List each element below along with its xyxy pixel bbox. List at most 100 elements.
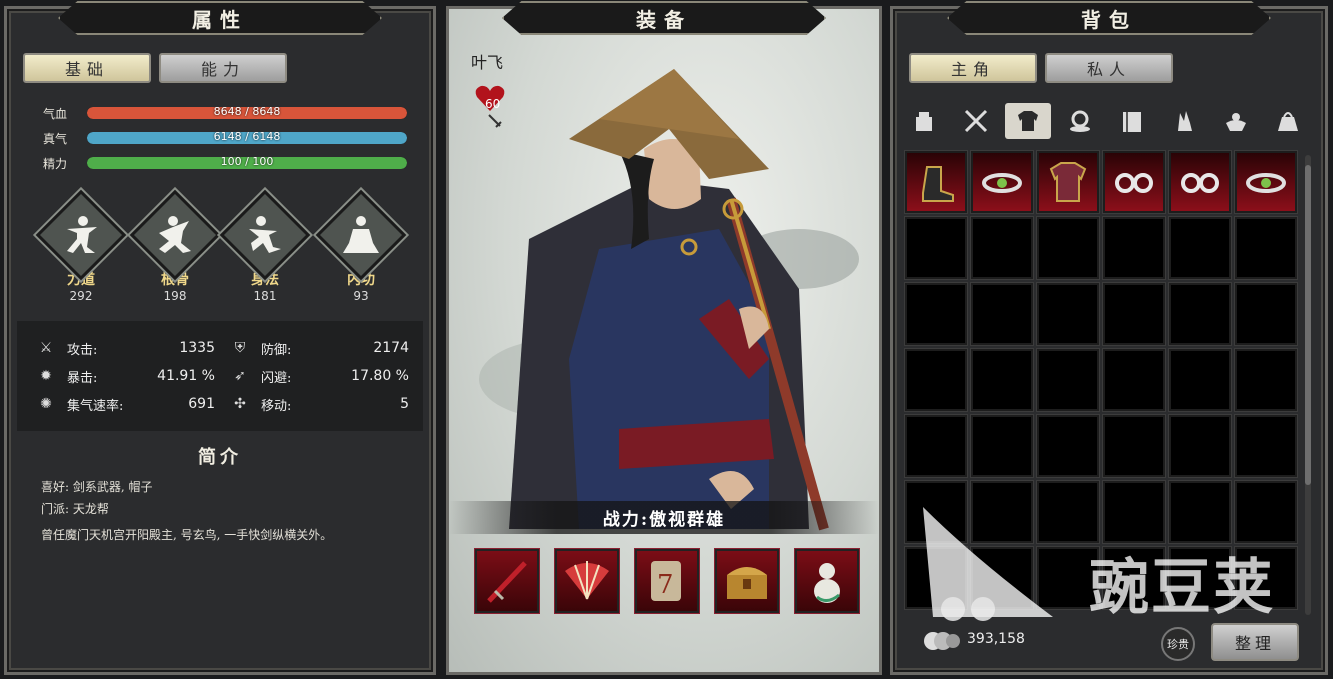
attributes-panel: 属性 基础 能力 气血 8648 / 8648 真气 6148 / 6148 精… (4, 1, 436, 675)
inventory-slot-item[interactable] (1103, 151, 1165, 213)
inventory-slot-empty[interactable] (1103, 217, 1165, 279)
category-weapons[interactable] (953, 103, 999, 139)
shield-icon: ⛨ (234, 340, 246, 356)
inventory-slot-empty[interactable] (905, 415, 967, 477)
inventory-slot-empty[interactable] (1103, 547, 1165, 609)
martial-pose-icon (159, 216, 191, 253)
category-bag[interactable] (1265, 103, 1311, 139)
inventory-slot-item[interactable] (1169, 151, 1231, 213)
charge-rate-label: 集气速率: (67, 398, 124, 414)
hp-label: 气血 (43, 106, 68, 121)
fan-icon (565, 561, 609, 600)
inventory-slot-empty[interactable] (1037, 481, 1099, 543)
inventory-slot-empty[interactable] (1037, 415, 1099, 477)
equip-slot-weapon[interactable] (475, 549, 539, 613)
category-books[interactable] (1109, 103, 1155, 139)
rare-filter-button[interactable]: 珍贵 (1161, 627, 1195, 661)
stat-crit: ✹ 暴击: 41.91 % (37, 365, 215, 387)
inventory-slot-empty[interactable] (1103, 283, 1165, 345)
attr-inner-power[interactable]: 内功 93 (315, 189, 407, 303)
inventory-slot-empty[interactable] (1169, 415, 1231, 477)
crit-value: 41.91 % (157, 368, 215, 384)
equip-slot-gourd[interactable] (795, 549, 859, 613)
inventory-slot-empty[interactable] (1235, 547, 1297, 609)
tab-protagonist[interactable]: 主角 (909, 53, 1037, 83)
inventory-slot-empty[interactable] (905, 217, 967, 279)
crit-icon: ✹ (40, 368, 52, 384)
inventory-slot-empty[interactable] (1169, 481, 1231, 543)
combat-power-label: 战力:傲视群雄 (449, 501, 879, 534)
bag-icon (1278, 112, 1298, 131)
scroll-thumb[interactable] (1305, 165, 1311, 485)
inventory-slot-item[interactable] (971, 151, 1033, 213)
inventory-slot-empty[interactable] (971, 349, 1033, 411)
category-accessories[interactable] (1057, 103, 1103, 139)
intro-title: 简介 (198, 447, 242, 468)
attr-constitution[interactable]: 根骨 198 (129, 189, 221, 303)
inventory-slot-empty[interactable] (1235, 415, 1297, 477)
inventory-slot-empty[interactable] (1235, 349, 1297, 411)
inventory-slot-empty[interactable] (1103, 415, 1165, 477)
inventory-slot-item[interactable] (905, 151, 967, 213)
stat-dodge: ➶ 闪避: 17.80 % (231, 365, 409, 387)
inventory-slot-empty[interactable] (1235, 481, 1297, 543)
charge-rate-value: 691 (188, 396, 215, 412)
inventory-slot-empty[interactable] (971, 217, 1033, 279)
inventory-panel: 背包 主角 私人 豌豆荚 393,158 珍贵 整理 (890, 1, 1328, 675)
category-all-items[interactable] (901, 103, 947, 139)
category-armor[interactable] (1005, 103, 1051, 139)
materials-icon (1178, 111, 1192, 131)
inventory-slot-empty[interactable] (1037, 349, 1099, 411)
inventory-scrollbar[interactable] (1305, 155, 1311, 615)
tab-ability[interactable]: 能力 (159, 53, 287, 83)
inventory-slot-item[interactable] (1235, 151, 1297, 213)
inventory-slot-empty[interactable] (1103, 349, 1165, 411)
inventory-slot-empty[interactable] (905, 283, 967, 345)
character-portrait (479, 69, 859, 531)
inventory-slot-empty[interactable] (1169, 349, 1231, 411)
sort-button[interactable]: 整理 (1211, 623, 1299, 661)
inventory-slot-empty[interactable] (1169, 217, 1231, 279)
inventory-slot-empty[interactable] (905, 481, 967, 543)
inventory-slot-empty[interactable] (1235, 217, 1297, 279)
equipment-panel: 装备 叶飞 60 战力:傲视群雄 7 (446, 1, 882, 675)
inventory-slot-empty[interactable] (1169, 547, 1231, 609)
tab-private[interactable]: 私人 (1045, 53, 1173, 83)
inventory-slot-empty[interactable] (971, 415, 1033, 477)
tab-basic[interactable]: 基础 (23, 53, 151, 83)
attr-strength[interactable]: 力道 292 (35, 189, 127, 303)
inventory-slot-empty[interactable] (971, 481, 1033, 543)
category-materials[interactable] (1161, 103, 1207, 139)
equip-slot-fan[interactable] (555, 549, 619, 613)
inventory-slot-empty[interactable] (971, 283, 1033, 345)
inventory-slot-empty[interactable] (905, 349, 967, 411)
character-name: 叶飞 (471, 53, 504, 72)
strength-value: 292 (69, 289, 93, 303)
inventory-slot-empty[interactable] (1037, 283, 1099, 345)
stat-defense: ⛨ 防御: 2174 (231, 337, 409, 359)
move-label: 移动: (261, 398, 292, 414)
inventory-slot-empty[interactable] (1169, 283, 1231, 345)
equip-slot-talisman[interactable]: 7 (635, 549, 699, 613)
sword-icon: ⚔ (39, 340, 53, 356)
inventory-slot-item[interactable] (1037, 151, 1099, 213)
inner-power-value: 93 (353, 289, 369, 303)
inventory-slot-empty[interactable] (1037, 217, 1099, 279)
armor-icon (1018, 111, 1038, 131)
inventory-slot-empty[interactable] (905, 547, 967, 609)
inventory-slot-empty[interactable] (1235, 283, 1297, 345)
defense-value: 2174 (373, 340, 409, 356)
inventory-title: 背包 (947, 1, 1271, 35)
crit-label: 暴击: (67, 370, 98, 386)
agility-value: 181 (253, 289, 277, 303)
attr-agility[interactable]: 身法 181 (219, 189, 311, 303)
category-misc[interactable] (1213, 103, 1259, 139)
charge-icon: ✺ (40, 396, 52, 412)
hobby-text: 喜好: 剑系武器, 帽子 (41, 480, 153, 494)
coins-icon (924, 632, 960, 650)
equip-slot-chest[interactable] (715, 549, 779, 613)
hp-value: 8648 / 8648 (213, 107, 281, 118)
inventory-slot-empty[interactable] (971, 547, 1033, 609)
inventory-slot-empty[interactable] (1103, 481, 1165, 543)
inventory-slot-empty[interactable] (1037, 547, 1099, 609)
